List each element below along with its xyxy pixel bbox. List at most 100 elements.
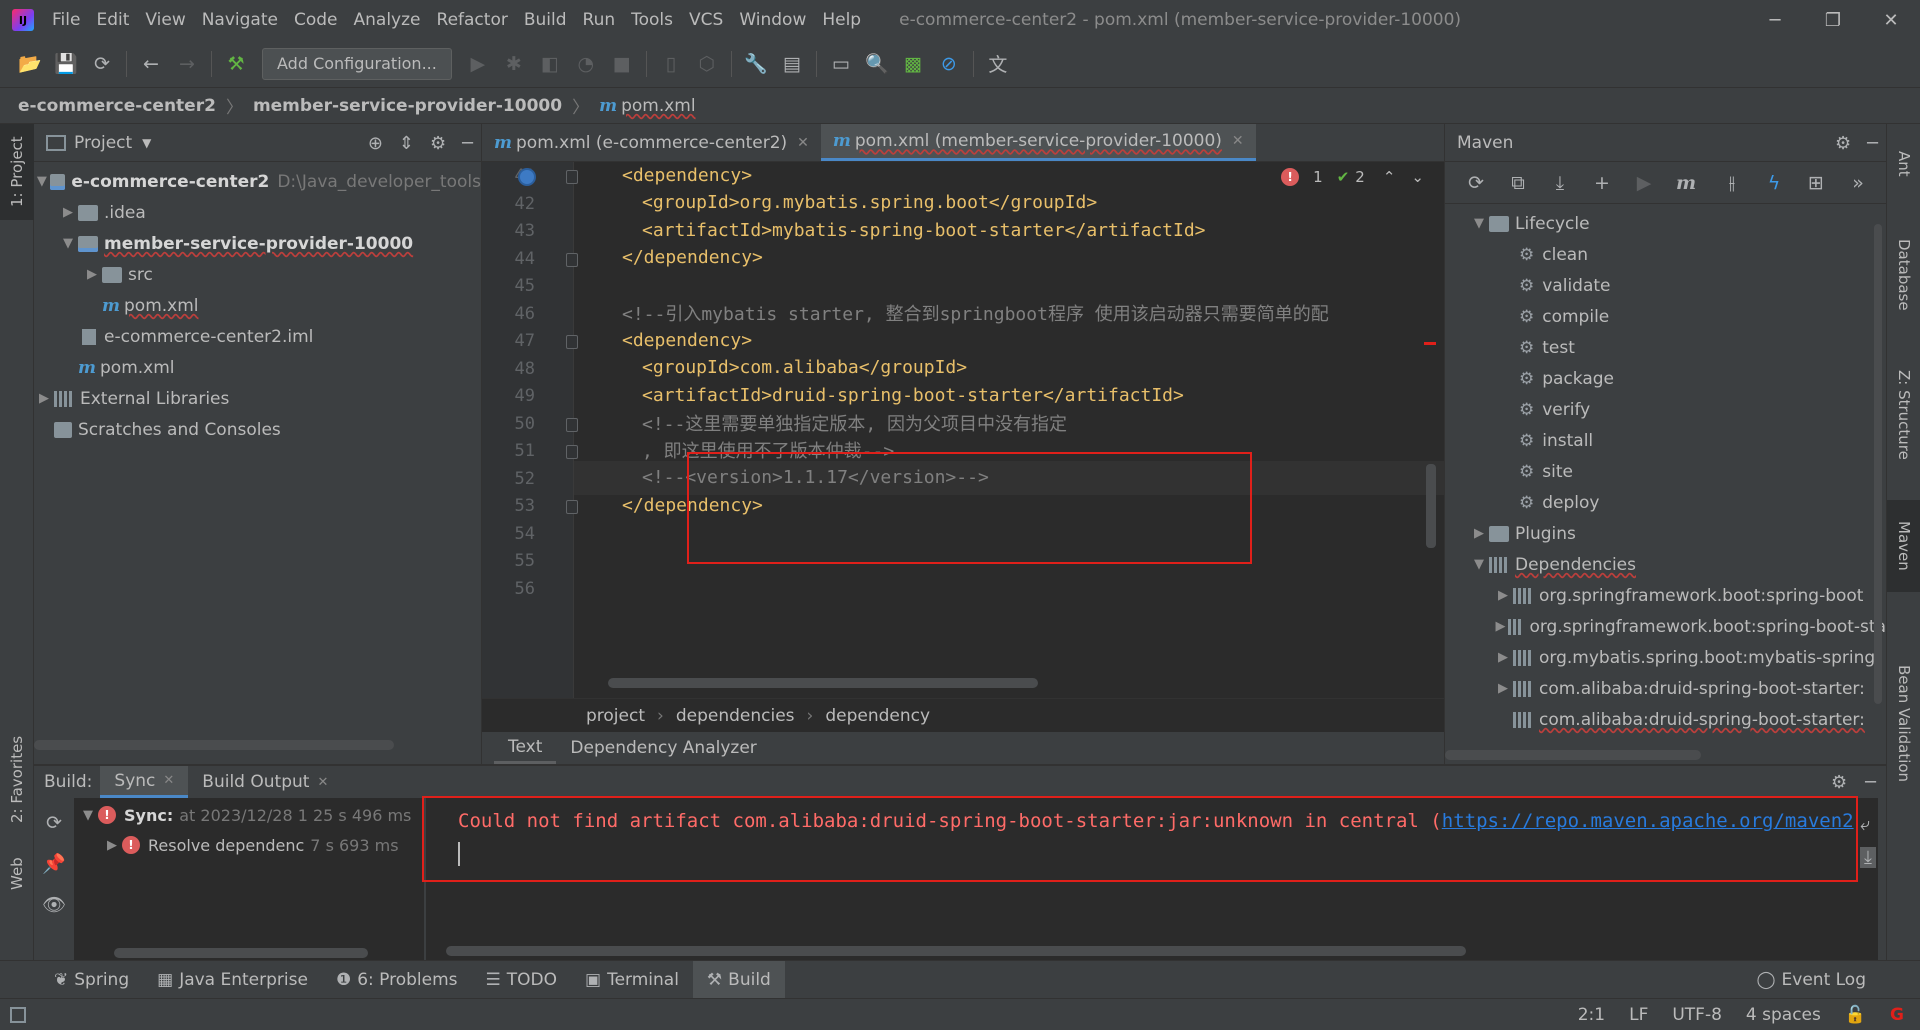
inspection-widget[interactable]: ! 1 ✔ 2 ⌃ ⌄ (1281, 168, 1424, 186)
chevron-right-icon[interactable]: ▶ (102, 838, 122, 853)
vertical-scrollbar[interactable] (1426, 464, 1436, 548)
tool-tab-spring[interactable]: ❦ Spring (40, 961, 143, 999)
chevron-right-icon[interactable]: ▶ (34, 391, 54, 406)
open-folder-icon[interactable]: 📂 (12, 46, 48, 82)
hide-icon[interactable]: ─ (1867, 133, 1878, 154)
chevron-right-icon[interactable]: ▶ (1469, 526, 1489, 541)
run-icon[interactable]: ▶ (1627, 172, 1661, 194)
generate-sources-icon[interactable]: ⧉ (1501, 172, 1535, 194)
breadcrumb-dependency-tag[interactable]: dependency (825, 706, 930, 726)
tree-item-dependency[interactable]: ▶ org.springframework.boot:spring-boot (1445, 580, 1886, 611)
structure-tool-tab[interactable]: Z: Structure (1887, 350, 1920, 480)
search-icon[interactable]: 🔍 (859, 46, 895, 82)
tool-tab-todo[interactable]: ☰ TODO (472, 961, 572, 999)
tree-item-root-pom[interactable]: m pom.xml (34, 352, 481, 383)
tree-item-goal-package[interactable]: ⚙ package (1445, 363, 1886, 394)
chevron-right-icon[interactable]: ▶ (1493, 650, 1513, 665)
minimize-icon[interactable]: ─ (1746, 0, 1804, 40)
tree-item-lifecycle[interactable]: ▼ Lifecycle (1445, 208, 1886, 239)
tab-sync[interactable]: Sync ✕ (100, 766, 189, 798)
chevron-up-icon[interactable]: ⌃ (1383, 168, 1396, 186)
monitor-icon[interactable]: ▩ (895, 46, 931, 82)
tree-item-dependency[interactable]: com.alibaba:druid-spring-boot-starter: (1445, 704, 1886, 735)
tool-tab-event-log[interactable]: ◯ Event Log (1743, 961, 1881, 999)
tree-item-module[interactable]: ▼ member-service-provider-10000 (34, 228, 481, 259)
chevron-right-icon[interactable]: ▶ (1493, 619, 1508, 634)
wrench-settings-icon[interactable]: 🔧 (738, 46, 774, 82)
deploy-icon[interactable]: ⬡ (689, 46, 725, 82)
more-icon[interactable]: » (1841, 172, 1875, 194)
tab-module-pom[interactable]: m pom.xml (member-service-provider-10000… (820, 124, 1256, 161)
menu-file[interactable]: File (44, 10, 88, 30)
horizontal-scrollbar[interactable] (446, 946, 1466, 956)
chevron-right-icon[interactable]: ▶ (82, 267, 102, 282)
horizontal-scrollbar[interactable] (114, 948, 368, 958)
chevron-down-icon[interactable]: ⌄ (1411, 168, 1424, 186)
google-g-icon[interactable]: G (1890, 1005, 1904, 1025)
maven-tool-tab[interactable]: Maven (1887, 500, 1920, 592)
tab-root-pom[interactable]: m pom.xml (e-commerce-center2) ✕ (482, 124, 821, 161)
device-icon[interactable]: ▯ (653, 46, 689, 82)
tree-item-resolve[interactable]: ▶ ! Resolve dependenc 7 s 693 ms (74, 830, 424, 860)
pin-icon[interactable]: 📌 (42, 852, 66, 875)
skip-tests-icon[interactable]: ϟ (1757, 172, 1791, 194)
breadcrumb-file[interactable]: pom.xml (621, 96, 696, 116)
toggle-tool-windows-icon[interactable] (10, 1006, 26, 1023)
tree-item-goal-validate[interactable]: ⚙ validate (1445, 270, 1886, 301)
eye-icon[interactable]: 👁 (42, 893, 66, 916)
close-tab-icon[interactable]: ✕ (317, 775, 328, 790)
menu-build[interactable]: Build (516, 10, 575, 30)
tree-item-sync[interactable]: ▼ ! Sync: at 2023/12/28 1 25 s 496 ms (74, 800, 424, 830)
close-icon[interactable]: ✕ (1862, 0, 1920, 40)
tab-build-output[interactable]: Build Output ✕ (188, 766, 342, 798)
chevron-right-icon[interactable]: ▶ (58, 205, 78, 220)
menu-refactor[interactable]: Refactor (429, 10, 516, 30)
project-panel-title[interactable]: Project (74, 133, 132, 153)
close-tab-icon[interactable]: ✕ (797, 135, 809, 151)
chevron-right-icon[interactable]: ▶ (1493, 681, 1513, 696)
breadcrumb-project[interactable]: e-commerce-center2 (18, 96, 216, 116)
tree-item-plugins[interactable]: ▶ Plugins (1445, 518, 1886, 549)
ant-tool-tab[interactable]: Ant (1887, 134, 1920, 194)
debug-icon[interactable]: ✱ (496, 46, 532, 82)
translate-icon[interactable]: 文 (980, 46, 1016, 82)
menu-code[interactable]: Code (286, 10, 346, 30)
gear-icon[interactable]: ⚙ (430, 133, 446, 154)
chevron-down-icon[interactable]: ▼ (34, 174, 50, 189)
tool-tab-terminal[interactable]: ▣ Terminal (571, 961, 693, 999)
tree-item-goal-site[interactable]: ⚙ site (1445, 456, 1886, 487)
menu-vcs[interactable]: VCS (681, 10, 731, 30)
chevron-down-icon[interactable]: ▼ (78, 808, 98, 823)
add-configuration-button[interactable]: Add Configuration... (262, 47, 452, 80)
menu-help[interactable]: Help (814, 10, 869, 30)
build-hammer-icon[interactable]: ⚒ (218, 46, 254, 82)
tree-item-goal-compile[interactable]: ⚙ compile (1445, 301, 1886, 332)
tab-dependency-analyzer[interactable]: Dependency Analyzer (556, 732, 770, 764)
run-icon[interactable]: ▶ (460, 46, 496, 82)
tree-item-iml[interactable]: e-commerce-center2.iml (34, 321, 481, 352)
breadcrumb-project-tag[interactable]: project (586, 706, 645, 726)
file-encoding[interactable]: UTF-8 (1672, 1005, 1722, 1025)
vertical-scrollbar[interactable] (1874, 224, 1882, 704)
gutter-marker-icon[interactable] (518, 168, 536, 186)
tree-item-idea[interactable]: ▶ .idea (34, 197, 481, 228)
project-tool-tab[interactable]: 1: Project (0, 124, 34, 220)
chevron-down-icon[interactable]: ▼ (58, 236, 78, 251)
restore-icon[interactable]: ❐ (1804, 0, 1862, 40)
horizontal-scrollbar[interactable] (1445, 750, 1701, 760)
soft-wrap-icon[interactable]: ⤶ (1860, 814, 1876, 835)
hide-icon[interactable]: ─ (462, 133, 473, 154)
chevron-down-icon[interactable]: ▼ (1469, 557, 1489, 572)
locate-icon[interactable]: ⊕ (368, 133, 383, 154)
hide-icon[interactable]: ─ (1865, 772, 1876, 793)
reload-icon[interactable]: ⟳ (1459, 172, 1493, 194)
indent-setting[interactable]: 4 spaces (1746, 1005, 1821, 1025)
horizontal-scrollbar[interactable] (608, 678, 1038, 688)
collapse-all-icon[interactable]: ⇕ (399, 133, 414, 154)
tree-item-dependencies[interactable]: ▼ Dependencies (1445, 549, 1886, 580)
no-sign-icon[interactable]: ⊘ (931, 46, 967, 82)
toggle-offline-icon[interactable]: ⫲ (1715, 172, 1749, 194)
menu-window[interactable]: Window (731, 10, 814, 30)
tree-item-src[interactable]: ▶ src (34, 259, 481, 290)
tool-tab-java-enterprise[interactable]: ▦ Java Enterprise (143, 961, 322, 999)
